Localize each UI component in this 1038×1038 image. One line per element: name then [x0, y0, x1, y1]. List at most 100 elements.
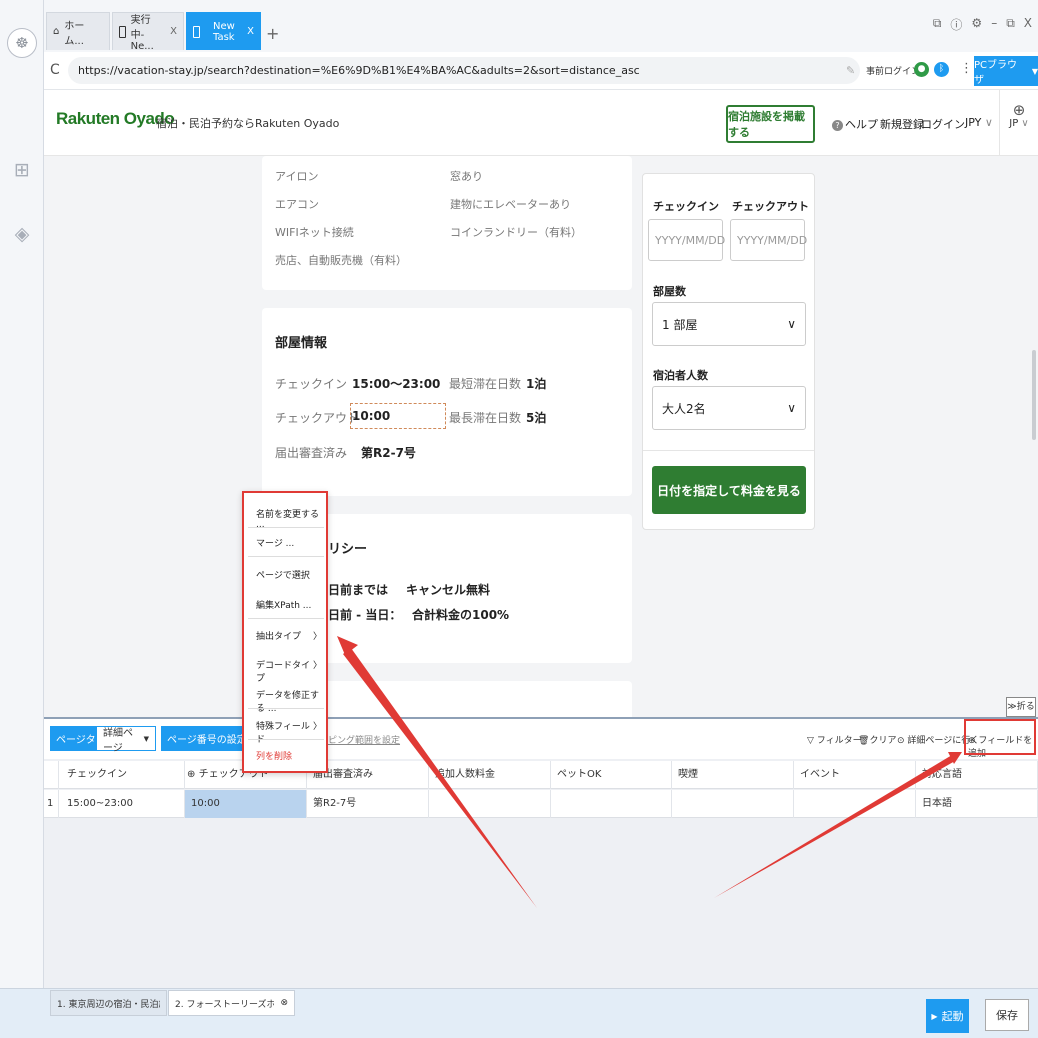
settings-icon[interactable]: ⚙ — [971, 16, 982, 33]
signup-link[interactable]: 新規登録 — [880, 116, 924, 132]
task-tab-list[interactable]: 1. 東京周辺の宿泊・民泊施設一覧 ... — [50, 990, 167, 1016]
close-icon[interactable]: X — [247, 26, 254, 37]
page-scrollbar[interactable] — [1032, 350, 1036, 440]
trash-icon: 🗑 — [858, 736, 870, 746]
currency-select[interactable]: JPY ∨ — [965, 116, 993, 129]
tab-label: ホーム... — [64, 20, 85, 47]
menu-item-merge[interactable]: マージ ... — [256, 536, 322, 549]
booking-checkin-label: チェックイン — [653, 200, 719, 213]
data-panel: ≫折る ページタイプ 詳細ページ ▼ ページ番号の設定 ピング範囲を設定 ▽ フ… — [44, 697, 1038, 988]
info-icon[interactable]: ⓘ — [950, 16, 962, 33]
help-link[interactable]: ? ヘルプ — [832, 116, 878, 132]
clear-button[interactable]: 🗑クリア — [858, 733, 896, 746]
tab-running[interactable]: 実行中-Ne... X — [112, 12, 184, 52]
move-icon[interactable]: ⊕ — [187, 769, 195, 780]
language-select[interactable]: ⊕ JP ∨ — [999, 90, 1038, 156]
menu-divider — [248, 618, 324, 619]
pc-browser-button[interactable]: PCブラウザ ▼ — [974, 56, 1038, 86]
save-button[interactable]: 保存 — [985, 999, 1029, 1031]
max-stay-value[interactable]: 5泊 — [526, 409, 546, 426]
column-header[interactable]: 追加人数料金 — [429, 761, 551, 789]
rooms-select[interactable]: 1 部屋 ∨ — [652, 302, 806, 346]
more-icon[interactable]: ⋮ — [960, 61, 973, 76]
table-cell[interactable]: 日本語 — [916, 790, 1038, 818]
guests-value: 大人2名 — [662, 401, 706, 416]
gift-icon[interactable]: ⧉ — [933, 16, 942, 33]
tab-home[interactable]: ⌂ ホーム... — [46, 12, 110, 50]
guests-label: 宿泊者人数 — [653, 369, 708, 382]
task-tab-label: 1. 東京周辺の宿泊・民泊施設一覧 ... — [57, 999, 160, 1010]
table-cell[interactable] — [551, 790, 672, 818]
max-stay-label: 最長滞在日数 — [449, 411, 522, 425]
menu-item-select-in-page[interactable]: ページで選択 — [256, 568, 322, 581]
close-icon[interactable]: X — [170, 26, 177, 37]
close-window-button[interactable]: X — [1024, 16, 1032, 33]
column-header[interactable]: 喫煙 — [672, 761, 794, 789]
column-header[interactable]: ペットOK — [551, 761, 672, 789]
extension-icon[interactable]: ● — [914, 62, 929, 77]
menu-item-modify-data[interactable]: データを修正する ... — [256, 688, 322, 714]
guests-select[interactable]: 大人2名 ∨ — [652, 386, 806, 430]
column-header[interactable]: イベント — [794, 761, 916, 789]
task-tab-label: 2. フォーストーリーズホテル麗衣... — [175, 999, 275, 1010]
new-tab-button[interactable]: + — [266, 24, 279, 43]
menu-item-label: データを修正する ... — [256, 691, 320, 714]
bluetooth-icon[interactable]: ᛒ — [934, 62, 949, 77]
menu-item-label: 特殊フィールド — [256, 722, 310, 745]
room-info-card: 部屋情報 チェックイン 15:00～23:00 最短滞在日数 1泊 チェックアウ… — [262, 308, 632, 496]
new-task-icon[interactable]: ⊞ — [10, 158, 34, 182]
fold-button[interactable]: ≫折る — [1006, 697, 1036, 717]
tab-new-task[interactable]: New Task X — [186, 12, 261, 50]
scrape-range-link[interactable]: ピング範囲を設定 — [328, 733, 400, 746]
table-cell[interactable]: 15:00~23:00 — [59, 790, 185, 818]
menu-item-special-field[interactable]: 特殊フィールド〉 — [256, 719, 322, 745]
reload-icon[interactable]: C — [50, 62, 60, 78]
edit-icon[interactable]: ✎ — [846, 64, 855, 77]
amenity-item: コインランドリー（有料） — [450, 226, 582, 239]
list-property-button[interactable]: 宿泊施設を掲載する — [726, 105, 815, 143]
menu-item-edit-xpath[interactable]: 編集XPath ... — [256, 598, 322, 611]
caret-down-icon: ▼ — [1031, 66, 1038, 76]
chevron-down-icon: ∨ — [787, 401, 796, 415]
prelogin-button[interactable]: 事前ログイン — [866, 64, 920, 77]
policy-title: リシー — [328, 542, 368, 557]
add-field-highlight — [964, 719, 1036, 755]
table-cell[interactable] — [672, 790, 794, 818]
page-type-select[interactable]: 詳細ページ ▼ — [96, 726, 156, 754]
menu-item-label: 編集XPath ... — [256, 601, 312, 611]
menu-item-label: 抽出タイプ — [256, 632, 302, 642]
restore-button[interactable]: ⧉ — [1006, 16, 1015, 33]
table-cell[interactable]: 第R2-7号 — [307, 790, 429, 818]
table-cell[interactable] — [429, 790, 551, 818]
table-cell-selected[interactable]: 10:00 — [185, 790, 307, 818]
rooms-value: 1 部屋 — [662, 317, 698, 332]
checkout-value[interactable]: 10:00 — [352, 409, 390, 423]
checkout-date-input[interactable]: YYYY/MM/DD — [730, 219, 807, 261]
close-icon[interactable]: ⊗ — [280, 998, 288, 1008]
minimize-button[interactable]: – — [991, 16, 997, 33]
rooms-label: 部屋数 — [653, 285, 686, 298]
play-icon: ▶ — [931, 1011, 938, 1021]
menu-item-decode-type[interactable]: デコードタイプ〉 — [256, 658, 322, 684]
column-header[interactable]: 対応言語 — [916, 761, 1038, 789]
checkin-date-input[interactable]: YYYY/MM/DD — [648, 219, 725, 261]
table-cell[interactable] — [794, 790, 916, 818]
permit-value[interactable]: 第R2-7号 — [361, 444, 416, 461]
filter-button[interactable]: ▽ フィルター — [807, 733, 862, 746]
run-button[interactable]: ▶ 起動 — [926, 999, 969, 1033]
column-header[interactable]: チェックイン — [59, 761, 185, 789]
min-stay-value[interactable]: 1泊 — [526, 375, 546, 392]
url-input[interactable]: https://vacation-stay.jp/search?destinat… — [68, 57, 860, 84]
checkin-value[interactable]: 15:00～23:00 — [352, 375, 440, 392]
login-link[interactable]: ログイン — [921, 116, 965, 132]
page-number-button[interactable]: ページ番号の設定 — [161, 726, 253, 751]
layers-icon[interactable]: ◈ — [10, 222, 34, 246]
view-price-button[interactable]: 日付を指定して料金を見る — [652, 466, 806, 514]
link-icon: ⊙ — [897, 736, 905, 746]
web-viewport: Rakuten Oyado 宿泊・民泊予約ならRakuten Oyado 宿泊施… — [44, 90, 1038, 717]
menu-item-extract-type[interactable]: 抽出タイプ〉 — [256, 629, 322, 642]
menu-item-delete-column[interactable]: 列を削除 — [256, 749, 322, 762]
language-label: JP — [1009, 118, 1019, 129]
filter-icon: ▽ — [807, 736, 814, 746]
task-tab-detail[interactable]: 2. フォーストーリーズホテル麗衣... ⊗ — [168, 990, 295, 1016]
